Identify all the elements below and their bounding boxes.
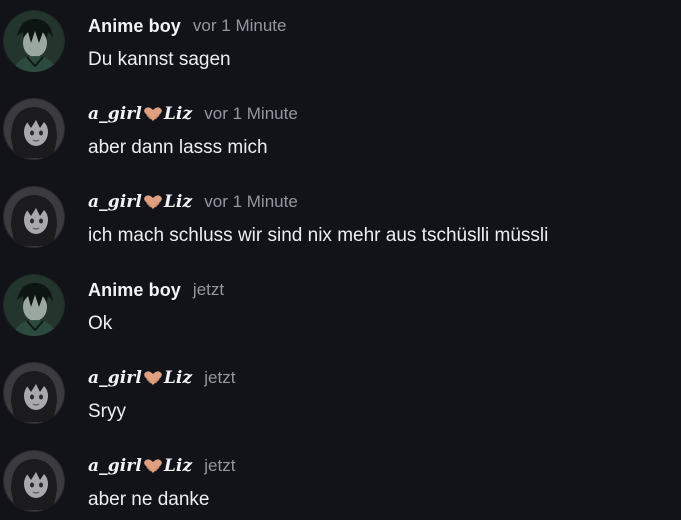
anime-boy-avatar[interactable] (3, 10, 65, 72)
hands-heart-icon (143, 194, 163, 210)
chat-message: a_girl Liz vor 1 Minute ich mach schluss… (0, 176, 681, 264)
author-name[interactable]: a_girl Liz (88, 368, 192, 388)
hands-heart-icon (143, 370, 163, 386)
author-name[interactable]: a_girl Liz (88, 456, 192, 476)
message-text: ich mach schluss wir sind nix mehr aus t… (88, 225, 549, 246)
message-timestamp: jetzt (192, 280, 225, 299)
author-name[interactable]: Anime boy (88, 280, 181, 301)
author-name[interactable]: Anime boy (88, 16, 181, 37)
message-header: a_girl Liz vor 1 Minute (88, 102, 298, 126)
message-text: Du kannst sagen (88, 49, 231, 70)
author-name-prefix: a_girl (88, 456, 142, 476)
message-text: aber dann lasss mich (88, 137, 268, 158)
anime-girl-avatar[interactable] (3, 450, 65, 512)
hands-heart-icon (143, 106, 163, 122)
chat-message: a_girl Liz vor 1 Minute aber dann lasss … (0, 88, 681, 176)
message-text: Sryy (88, 401, 126, 422)
chat-message: a_girl Liz jetzt Sryy (0, 352, 681, 440)
message-header: a_girl Liz jetzt (88, 366, 235, 390)
message-header: Anime boy jetzt (88, 278, 224, 302)
author-name-suffix: Liz (163, 456, 193, 476)
message-text: aber ne danke (88, 489, 210, 510)
author-name-suffix: Liz (163, 192, 193, 212)
author-name-prefix: a_girl (88, 368, 142, 388)
chat-message: Anime boy jetzt Ok (0, 264, 681, 352)
chat-message: a_girl Liz jetzt aber ne danke (0, 440, 681, 520)
author-name[interactable]: a_girl Liz (88, 104, 192, 124)
chat-message-list: Anime boy vor 1 Minute Du kannst sagen a… (0, 0, 681, 520)
message-timestamp: vor 1 Minute (204, 104, 298, 123)
anime-girl-avatar[interactable] (3, 98, 65, 160)
author-name-suffix: Liz (163, 104, 193, 124)
author-name-prefix: a_girl (88, 104, 142, 124)
anime-girl-avatar[interactable] (3, 362, 65, 424)
message-timestamp: jetzt (204, 456, 236, 475)
message-header: Anime boy vor 1 Minute (88, 14, 286, 38)
message-text: Ok (88, 313, 113, 334)
message-timestamp: jetzt (204, 368, 236, 387)
anime-girl-avatar[interactable] (3, 186, 65, 248)
message-timestamp: vor 1 Minute (204, 192, 298, 211)
chat-message: Anime boy vor 1 Minute Du kannst sagen (0, 0, 681, 88)
author-name-prefix: a_girl (88, 192, 142, 212)
hands-heart-icon (143, 458, 163, 474)
author-name-suffix: Liz (163, 368, 193, 388)
message-header: a_girl Liz vor 1 Minute (88, 190, 298, 214)
author-name[interactable]: a_girl Liz (88, 192, 192, 212)
anime-boy-avatar[interactable] (3, 274, 65, 336)
message-timestamp: vor 1 Minute (192, 16, 287, 35)
message-header: a_girl Liz jetzt (88, 454, 235, 478)
